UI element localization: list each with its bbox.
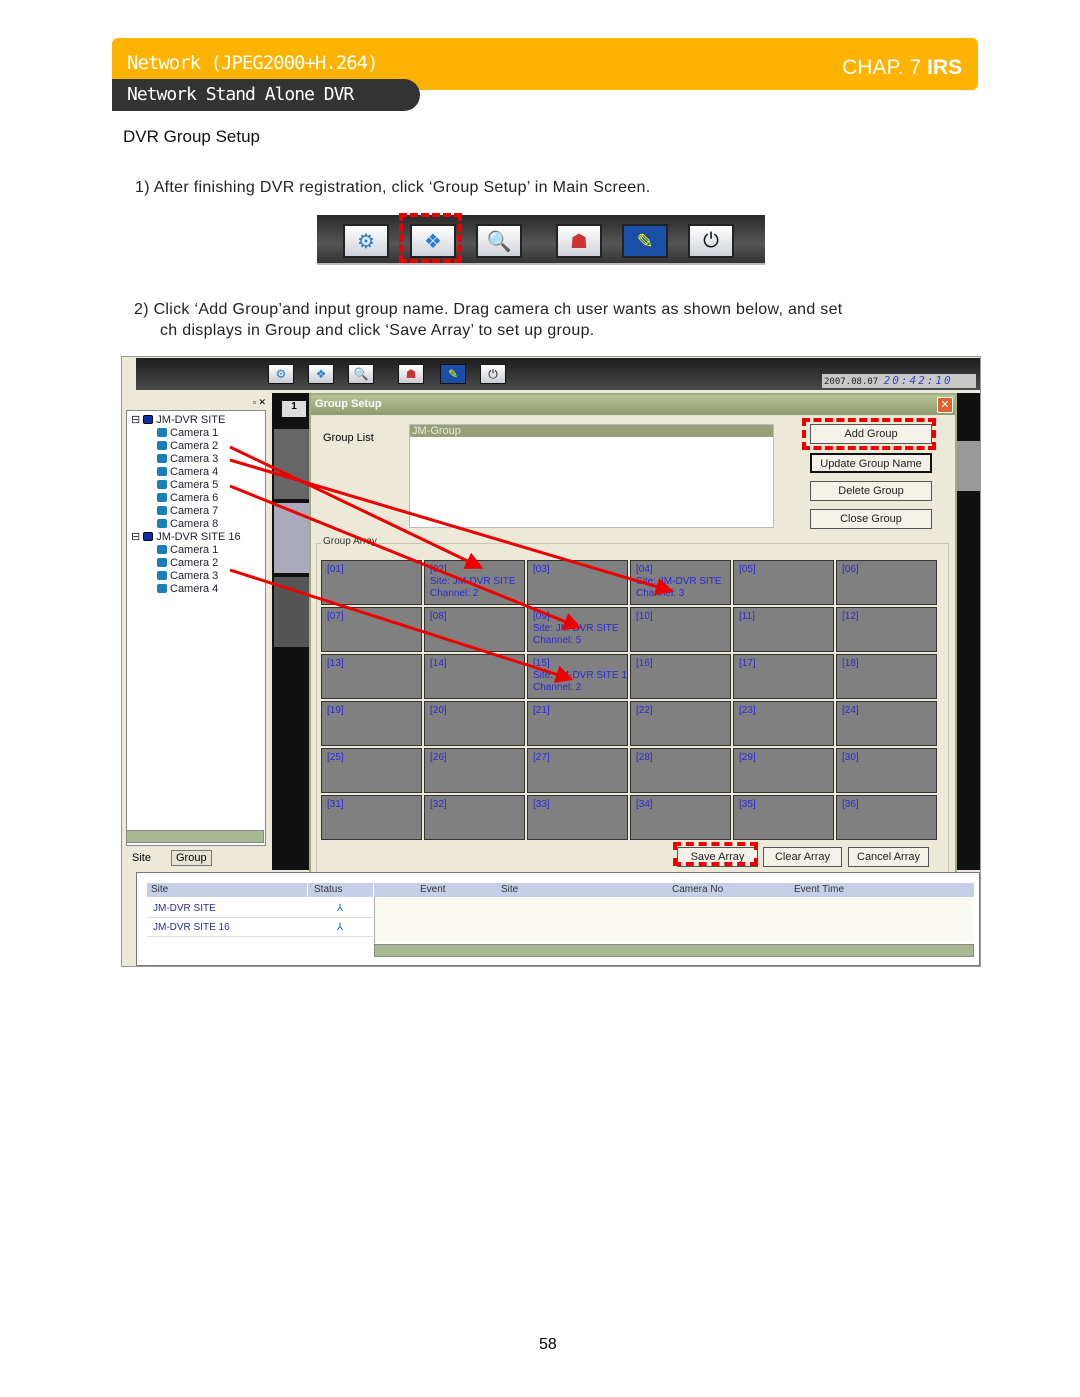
drag-arrows: [229, 445, 674, 683]
arrow-site16-camera-2: [229, 568, 574, 683]
arrow-camera-5: [229, 484, 582, 630]
page-number: 58: [539, 1336, 557, 1353]
arrow-camera-3: [229, 458, 674, 596]
arrow-camera-2: [229, 445, 484, 569]
